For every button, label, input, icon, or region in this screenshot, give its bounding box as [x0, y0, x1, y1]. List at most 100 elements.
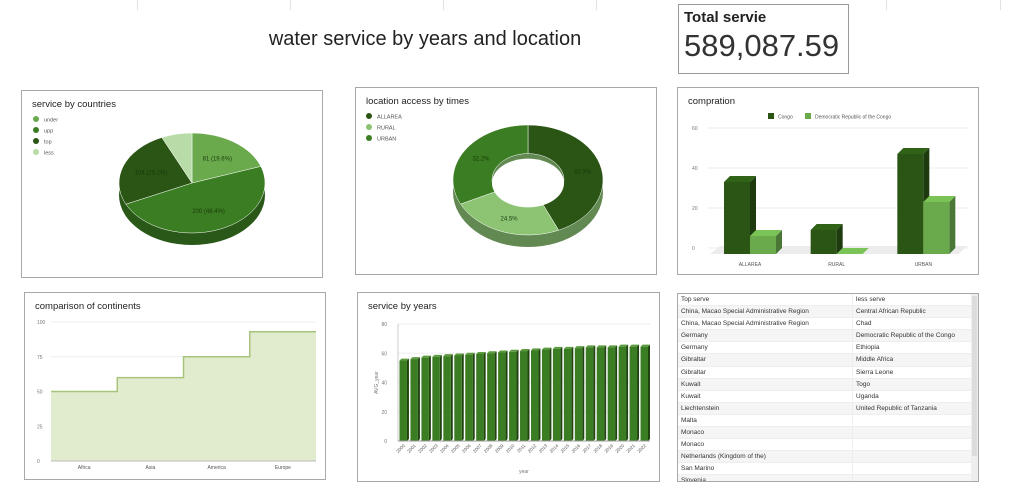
y-tick-label: 0 — [384, 439, 387, 445]
table-row: Malta — [678, 414, 978, 428]
legend-marker — [33, 116, 39, 122]
legend-marker — [366, 135, 372, 141]
bar-side — [406, 358, 409, 441]
legend-marker — [366, 113, 372, 119]
table-cell — [853, 451, 971, 462]
table-cell: Malta — [678, 414, 853, 427]
serve-table[interactable]: Top serve less serve China, Macao Special … — [677, 293, 979, 482]
x-axis-label: year — [519, 469, 529, 475]
bar-2007 — [476, 353, 484, 441]
table-row: China, Macao Special Administrative Regi… — [678, 306, 978, 319]
bar-2013 — [541, 349, 550, 441]
bar-Democratic Republic of the Congo — [750, 236, 776, 254]
table-row: Monaco — [678, 427, 978, 440]
table-cell: Gibraltar — [678, 354, 853, 366]
y-axis-label: AVG_year — [374, 371, 380, 394]
table-cell: Ethiopia — [856, 344, 880, 352]
table-cell — [853, 475, 971, 481]
y-tick-label: 20 — [381, 410, 387, 416]
bar-2020 — [618, 346, 627, 441]
x-tick-label: 2002 — [417, 443, 428, 454]
y-tick-label: 60 — [692, 126, 698, 132]
bar-side — [461, 353, 464, 441]
x-tick-label: 2016 — [571, 443, 582, 454]
x-tick-label: Europe — [275, 465, 291, 471]
table-cell: Liechtenstein — [678, 402, 853, 414]
table-row: San Marino — [678, 463, 978, 476]
bar-side — [483, 351, 486, 441]
chart-service-by-years[interactable]: service by years 0 20 40 60 80 AVG_year year 20… — [357, 292, 660, 482]
table-row: Germany Ethiopia — [678, 342, 978, 355]
x-tick-label: 2013 — [538, 443, 549, 454]
legend-marker — [33, 149, 39, 155]
chart-compration[interactable]: compration Congo Democratic Republic of t… — [677, 87, 979, 275]
data-label: 81 (19.6%) — [203, 157, 232, 163]
x-tick-label: 2021 — [625, 443, 636, 454]
bar-2009 — [498, 352, 506, 441]
x-tick-label: 2017 — [582, 443, 593, 454]
table-scrollbar[interactable] — [971, 294, 978, 481]
bar-side — [604, 345, 607, 441]
data-label: 104 (25.2%) — [135, 171, 168, 177]
x-tick-label: 2012 — [527, 443, 538, 454]
y-tick-label: 60 — [381, 351, 387, 357]
table-cell: Sierra Leone — [856, 368, 894, 376]
bar-side — [428, 355, 431, 441]
bar-2015 — [563, 348, 572, 441]
bar-2016 — [574, 348, 583, 441]
bar-side — [505, 350, 508, 441]
table-cell — [853, 463, 971, 474]
table-row: Gibraltar Middle Africa — [678, 354, 978, 367]
bar-side — [417, 357, 420, 441]
table-cell: Kuwait — [678, 378, 853, 390]
data-label: 32.2% — [472, 156, 490, 162]
table-cell — [853, 427, 971, 438]
bar-side — [538, 348, 541, 441]
table-cell: Gibraltar — [678, 366, 853, 378]
data-label: 43.3% — [574, 169, 592, 175]
bar-side — [582, 346, 585, 441]
x-tick-label: URBAN — [915, 262, 933, 268]
bar-2011 — [520, 351, 528, 441]
chart-comparison-of-continents[interactable]: comparison of continents 0 25 50 75 100 Afric… — [24, 292, 326, 480]
table-cell: Netherlands (Kingdom of the) — [678, 451, 853, 463]
chart-service-by-countries[interactable]: service by countries under upp top less 81 (… — [21, 90, 323, 278]
x-tick-label: Asia — [146, 465, 156, 471]
bar-2022 — [640, 346, 648, 441]
x-tick-label: Africa — [78, 465, 91, 471]
bar-side — [527, 349, 530, 441]
table-cell — [853, 415, 971, 426]
table-cell: Slovenia — [678, 475, 853, 481]
bar-side — [949, 196, 956, 254]
bar-2017 — [585, 347, 594, 441]
x-tick-label: 2019 — [603, 443, 614, 454]
bar-2010 — [509, 351, 517, 441]
table-row: Kuwait Togo — [678, 378, 978, 391]
x-tick-label: ALLAREA — [739, 262, 762, 268]
table-cell: Middle Africa — [856, 356, 894, 364]
bar-Congo — [897, 154, 924, 254]
table-row: Germany Democratic Republic of the Congo — [678, 330, 978, 343]
y-tick-label: 75 — [37, 355, 43, 361]
bar-2008 — [487, 353, 495, 441]
table-cell: China, Macao Special Administrative Regi… — [678, 318, 853, 330]
bar-side — [648, 344, 650, 441]
x-tick-label: 2011 — [516, 443, 527, 454]
table-cell: Uganda — [856, 392, 879, 400]
table-cell: Central African Republic — [856, 308, 926, 316]
table-row: Kuwait Uganda — [678, 390, 978, 403]
legend-marker — [33, 138, 39, 144]
legend-marker — [805, 113, 811, 119]
area-fill — [51, 331, 316, 461]
x-tick-label: 2007 — [472, 443, 483, 454]
bar-2003 — [432, 356, 440, 441]
bar-Congo — [724, 182, 750, 254]
bar-2002 — [421, 357, 429, 441]
x-tick-label: 2001 — [406, 443, 417, 454]
x-tick-label: 2010 — [505, 443, 516, 454]
chart-location-access[interactable]: location access by times ALLAREA RURAL URB… — [355, 87, 657, 275]
table-row: Slovenia — [678, 475, 978, 481]
scrollbar-thumb[interactable] — [972, 296, 977, 456]
y-tick-label: 50 — [37, 390, 43, 396]
data-label: 24.5% — [501, 216, 519, 222]
